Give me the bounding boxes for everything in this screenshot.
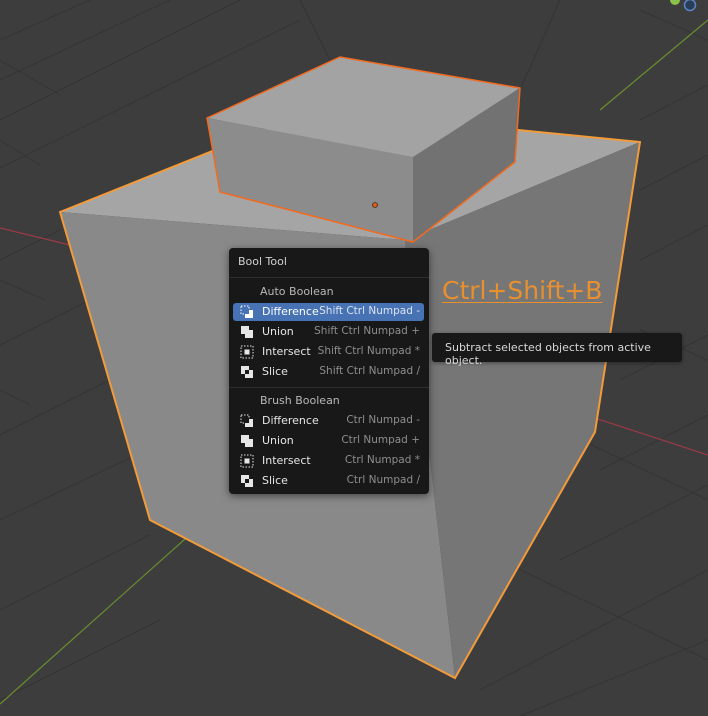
- item-shortcut: Shift Ctrl Numpad -: [319, 305, 420, 317]
- brush-slice-item[interactable]: Slice Ctrl Numpad /: [233, 472, 424, 490]
- item-label: Slice: [262, 474, 288, 487]
- brush-difference-item[interactable]: Difference Ctrl Numpad -: [233, 412, 424, 430]
- union-icon: [241, 435, 253, 447]
- item-shortcut: Ctrl Numpad *: [344, 454, 420, 466]
- gizmo-y-ball[interactable]: [670, 0, 680, 5]
- item-label: Union: [262, 325, 294, 338]
- brush-intersect-item[interactable]: Intersect Ctrl Numpad *: [233, 452, 424, 470]
- item-shortcut: Ctrl Numpad /: [346, 474, 420, 486]
- item-shortcut: Ctrl Numpad +: [341, 434, 420, 446]
- difference-icon: [240, 414, 253, 427]
- brush-union-item[interactable]: Union Ctrl Numpad +: [233, 432, 424, 450]
- auto-union-item[interactable]: Union Shift Ctrl Numpad +: [233, 323, 424, 341]
- item-shortcut: Ctrl Numpad -: [346, 414, 420, 426]
- bool-tool-menu[interactable]: Bool Tool Auto Boolean Difference Shift …: [229, 248, 429, 494]
- menu-separator: [229, 387, 429, 388]
- slice-icon: [241, 475, 253, 487]
- item-label: Slice: [262, 365, 288, 378]
- item-label: Intersect: [262, 345, 311, 358]
- shortcut-overlay-text: Ctrl+Shift+B: [442, 276, 603, 305]
- item-shortcut: Shift Ctrl Numpad /: [319, 365, 420, 377]
- menu-title: Bool Tool: [238, 255, 287, 268]
- tooltip: Subtract selected objects from active ob…: [432, 333, 682, 367]
- auto-intersect-item[interactable]: Intersect Shift Ctrl Numpad *: [233, 343, 424, 361]
- tooltip-text: Subtract selected objects from active ob…: [445, 341, 651, 367]
- item-label: Union: [262, 434, 294, 447]
- brush-boolean-header: Brush Boolean: [260, 394, 340, 407]
- item-shortcut: Shift Ctrl Numpad *: [317, 345, 420, 357]
- menu-separator: [229, 277, 429, 278]
- auto-difference-item[interactable]: Difference Shift Ctrl Numpad -: [233, 303, 424, 321]
- object-origin-dot: [372, 202, 378, 208]
- auto-slice-item[interactable]: Slice Shift Ctrl Numpad /: [233, 363, 424, 381]
- item-label: Difference: [262, 414, 319, 427]
- auto-boolean-header: Auto Boolean: [260, 285, 334, 298]
- intersect-icon: [240, 345, 254, 359]
- item-label: Difference: [262, 305, 319, 318]
- difference-icon: [240, 305, 253, 318]
- item-label: Intersect: [262, 454, 311, 467]
- navigation-gizmo[interactable]: [665, 0, 705, 14]
- gizmo-z-ball[interactable]: [683, 0, 697, 12]
- item-shortcut: Shift Ctrl Numpad +: [314, 325, 420, 337]
- intersect-icon: [240, 454, 254, 468]
- slice-icon: [241, 366, 253, 378]
- union-icon: [241, 326, 253, 338]
